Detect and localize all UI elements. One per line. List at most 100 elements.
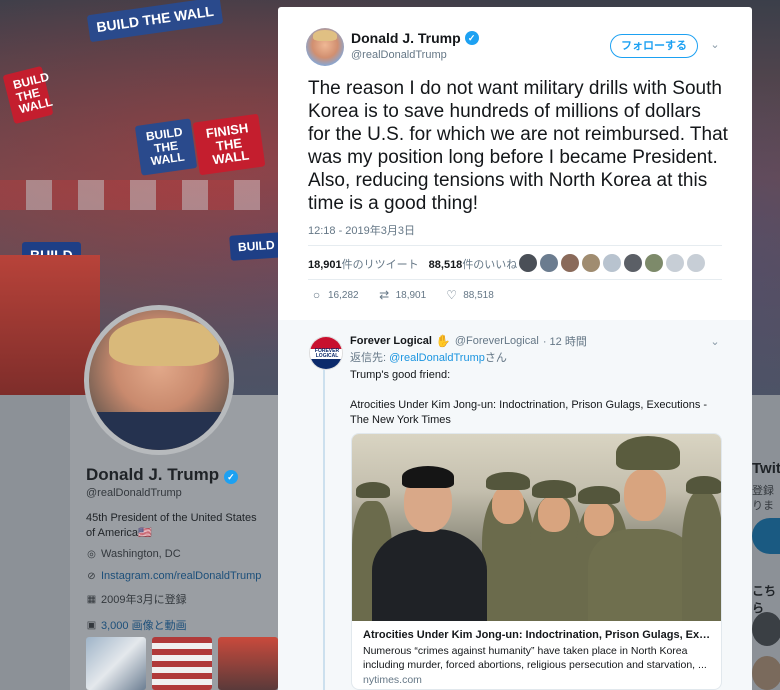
- photo-figure: [402, 466, 454, 488]
- retweet-icon[interactable]: ⇄: [378, 289, 391, 302]
- liker-avatar[interactable]: [687, 254, 705, 272]
- liker-avatar[interactable]: [561, 254, 579, 272]
- liker-avatars: [519, 254, 705, 272]
- profile-media-link[interactable]: ▣ 3,000 画像と動画: [86, 617, 187, 633]
- liker-avatar[interactable]: [645, 254, 663, 272]
- retweet-count: 18,901: [308, 259, 342, 271]
- photo-figure: [616, 436, 680, 470]
- banner-sign: FINISH THE WALL: [192, 113, 266, 176]
- reply-action[interactable]: ○ 16,282: [310, 289, 359, 302]
- photo-figure: [584, 502, 614, 536]
- media-thumbnail[interactable]: [86, 637, 146, 690]
- retweet-stat[interactable]: 18,901件のリツイート: [308, 256, 419, 272]
- media-thumbnail[interactable]: [218, 637, 278, 690]
- like-count: 88,518: [428, 259, 463, 271]
- profile-media-text[interactable]: 3,000 画像と動画: [101, 617, 187, 633]
- profile-location: ◎ Washington, DC: [86, 548, 181, 560]
- divider: [308, 245, 722, 246]
- photo-figure: [486, 472, 530, 490]
- liker-avatar[interactable]: [666, 254, 684, 272]
- right-sidebar-text: 登録: [752, 485, 774, 497]
- avatar-logo-text: FOREVER LOGICAL: [310, 349, 342, 359]
- banner-sign: BUILD THE WALL: [86, 0, 224, 42]
- liker-avatar[interactable]: [519, 254, 537, 272]
- card-description: Numerous “crimes against humanity” have …: [363, 645, 707, 671]
- profile-handle: @realDonaldTrump: [86, 487, 182, 499]
- reply-to-suffix: さん: [484, 352, 507, 364]
- avatar-stripe: [310, 359, 342, 369]
- like-label: 件のいいね: [462, 259, 518, 271]
- divider: [308, 279, 722, 280]
- like-icon[interactable]: ♡: [445, 289, 458, 302]
- follow-button[interactable]: フォローする: [610, 34, 698, 58]
- card-image: [352, 434, 721, 621]
- profile-bio: 45th President of the United States of A…: [86, 512, 257, 539]
- reply-header: Forever Logical ✋ @ForeverLogical · 12 時…: [350, 333, 587, 349]
- author-handle[interactable]: @realDonaldTrump: [351, 49, 447, 61]
- avatar[interactable]: [752, 612, 780, 646]
- location-icon: ◎: [87, 548, 96, 560]
- reply-to-prefix: 返信先:: [350, 352, 387, 364]
- chevron-down-icon[interactable]: ⌄: [708, 335, 722, 349]
- liker-avatar[interactable]: [624, 254, 642, 272]
- chevron-down-icon[interactable]: ⌄: [708, 38, 722, 52]
- tweet-stats: 18,901件のリツイート 88,518件のいいね: [308, 256, 517, 272]
- tweet-timestamp[interactable]: 12:18 - 2019年3月3日: [308, 222, 415, 238]
- profile-media-thumbnails: [86, 637, 278, 690]
- reply-author-name[interactable]: Forever Logical: [350, 335, 432, 347]
- link-preview-card[interactable]: Atrocities Under Kim Jong-un: Indoctrina…: [351, 433, 722, 690]
- avatar-suit: [89, 412, 229, 450]
- author-name[interactable]: Donald J. Trump ✓: [351, 30, 479, 46]
- photo-figure: [372, 529, 487, 621]
- avatar-hair: [313, 30, 337, 41]
- right-sidebar-button[interactable]: [752, 518, 780, 554]
- retweet-label: 件のリツイート: [341, 259, 419, 271]
- author-avatar[interactable]: [306, 28, 344, 66]
- retweet-action[interactable]: ⇄ 18,901: [378, 289, 427, 302]
- author-name-text[interactable]: Donald J. Trump: [351, 30, 461, 46]
- banner-sign: BUILD: [229, 232, 284, 261]
- media-thumbnail[interactable]: [152, 637, 212, 690]
- reply-author-handle[interactable]: @ForeverLogical: [455, 335, 539, 347]
- avatar[interactable]: [752, 656, 780, 690]
- right-sidebar-title: Twit: [752, 460, 780, 477]
- reply-to-mention[interactable]: @realDonaldTrump: [389, 352, 485, 364]
- retweet-action-count: 18,901: [395, 290, 427, 301]
- tweet-header: Donald J. Trump ✓ @realDonaldTrump フォローす…: [278, 7, 752, 77]
- profile-name-text: Donald J. Trump: [86, 465, 220, 484]
- tweet-actions: ○ 16,282 ⇄ 18,901 ♡ 88,518: [310, 289, 513, 302]
- reply-text: Trump's good friend:: [350, 369, 451, 381]
- profile-link[interactable]: ⊘ Instagram.com/realDonaldTrump: [86, 570, 261, 582]
- profile-link-text[interactable]: Instagram.com/realDonaldTrump: [101, 570, 261, 582]
- link-icon: ⊘: [87, 570, 96, 582]
- reply-text: Atrocities Under Kim Jong-un: Indoctrina…: [350, 399, 708, 426]
- like-stat[interactable]: 88,518件のいいね: [429, 256, 518, 272]
- thread-connector-line: [323, 365, 325, 690]
- card-title[interactable]: Atrocities Under Kim Jong-un: Indoctrina…: [363, 629, 715, 641]
- avatar-hair: [109, 318, 219, 366]
- photo-figure: [492, 486, 524, 524]
- photo-figure: [686, 476, 721, 494]
- photo-figure: [356, 482, 390, 498]
- like-action[interactable]: ♡ 88,518: [445, 289, 493, 302]
- profile-avatar[interactable]: [84, 305, 234, 455]
- verified-badge-icon: ✓: [223, 470, 238, 484]
- reply-author-avatar[interactable]: FOREVER LOGICAL: [309, 336, 343, 370]
- right-sidebar-text: りま: [752, 500, 774, 512]
- reply-to-line: 返信先: @realDonaldTrumpさん: [350, 349, 507, 365]
- banner-sign: BUILD THE WALL: [2, 65, 54, 124]
- photo-figure: [532, 480, 576, 498]
- tweet-text: The reason I do not want military drills…: [308, 78, 728, 214]
- verified-badge-icon: ✓: [464, 31, 479, 45]
- liker-avatar[interactable]: [540, 254, 558, 272]
- profile-joined-text: 2009年3月に登録: [101, 594, 187, 606]
- liker-avatar[interactable]: [582, 254, 600, 272]
- photo-figure: [578, 486, 620, 504]
- photo-figure: [682, 491, 721, 621]
- profile-name[interactable]: Donald J. Trump ✓: [86, 465, 238, 485]
- right-sidebar-subtitle: こちら: [752, 584, 777, 615]
- reply-timestamp[interactable]: · 12 時間: [543, 333, 587, 349]
- reply-count: 16,282: [328, 290, 359, 301]
- reply-icon[interactable]: ○: [310, 289, 323, 302]
- liker-avatar[interactable]: [603, 254, 621, 272]
